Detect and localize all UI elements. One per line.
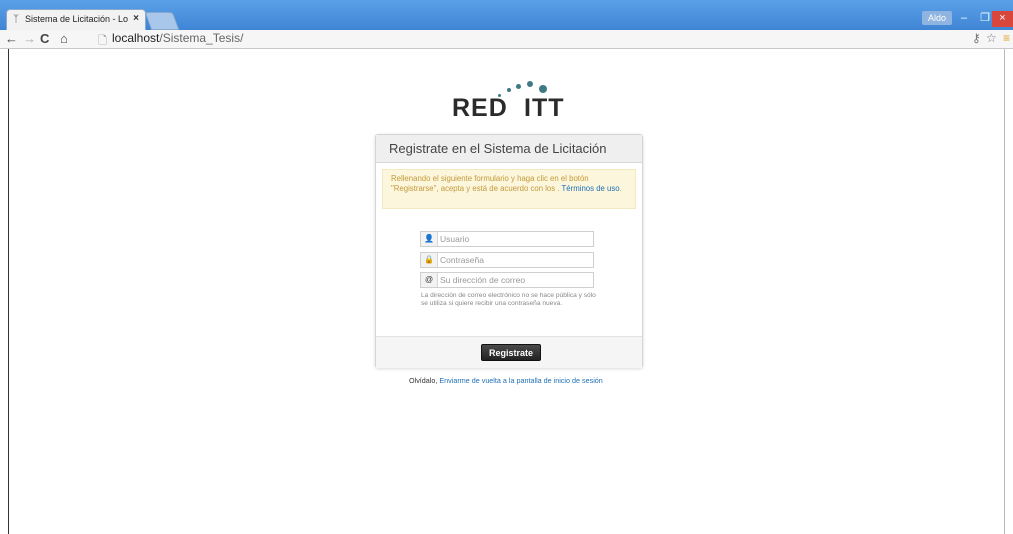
tab-close-icon[interactable]: × bbox=[133, 13, 139, 24]
reload-icon[interactable]: C bbox=[40, 31, 49, 47]
logo-dot bbox=[507, 88, 511, 92]
lock-icon: 🔒 bbox=[421, 253, 438, 267]
logo-text-right: ITT bbox=[524, 94, 565, 122]
logo-dot bbox=[516, 84, 521, 89]
minimize-icon[interactable]: – bbox=[953, 11, 975, 27]
key-icon[interactable]: ⚷ bbox=[972, 31, 981, 45]
terms-alert: Rellenando el siguiente formulario y hag… bbox=[382, 169, 636, 209]
logo: RED ITT bbox=[452, 80, 572, 124]
logo-dot bbox=[527, 81, 533, 87]
logo-text-left: RED bbox=[452, 94, 508, 122]
browser-toolbar: ← → C ⌂ 🗋 localhost/Sistema_Tesis/ ⚷ ☆ ≡ bbox=[0, 30, 1013, 49]
panel-title: Registrate en el Sistema de Licitación bbox=[389, 141, 607, 156]
url-path: /Sistema_Tesis/ bbox=[159, 31, 244, 45]
url-text[interactable]: localhost/Sistema_Tesis/ bbox=[112, 31, 243, 46]
panel-footer: Registrate bbox=[376, 336, 642, 368]
address-bar[interactable]: 🗋 localhost/Sistema_Tesis/ bbox=[76, 31, 976, 47]
tab-title: Sistema de Licitación - Lo bbox=[25, 14, 129, 24]
username-input[interactable] bbox=[440, 232, 590, 246]
logo-dot bbox=[539, 85, 547, 93]
scrollbar-track[interactable] bbox=[1004, 49, 1005, 534]
favicon-icon: ᛉ bbox=[13, 14, 19, 25]
close-window-icon[interactable]: × bbox=[992, 11, 1013, 27]
url-host: localhost bbox=[112, 31, 160, 45]
email-input[interactable] bbox=[440, 273, 590, 287]
window-titlebar: ᛉ Sistema de Licitación - Lo × Aldo – ❐ … bbox=[0, 0, 1013, 30]
new-tab-button[interactable] bbox=[144, 12, 180, 30]
email-help-text: La dirección de correo electrónico no se… bbox=[421, 292, 596, 307]
home-icon[interactable]: ⌂ bbox=[60, 31, 68, 47]
terms-link[interactable]: Términos de uso bbox=[562, 184, 620, 193]
username-field: 👤 bbox=[420, 231, 594, 247]
user-badge[interactable]: Aldo bbox=[922, 11, 953, 25]
back-icon[interactable]: ← bbox=[5, 31, 18, 47]
back-prefix: Olvídalo, bbox=[409, 376, 440, 385]
password-field: 🔒 bbox=[420, 252, 594, 268]
register-button[interactable]: Registrate bbox=[481, 344, 542, 361]
user-icon: 👤 bbox=[421, 232, 438, 246]
email-field: @ bbox=[420, 272, 594, 288]
menu-icon[interactable]: ≡ bbox=[1003, 31, 1010, 45]
page-icon: 🗋 bbox=[98, 35, 107, 47]
password-input[interactable] bbox=[440, 253, 590, 267]
alert-end: . bbox=[619, 184, 622, 193]
back-to-login: Olvídalo, Enviarme de vuelta a la pantal… bbox=[409, 376, 603, 385]
alert-text: Rellenando el siguiente formulario y hag… bbox=[391, 174, 589, 193]
at-icon: @ bbox=[421, 273, 438, 287]
bookmark-star-icon[interactable]: ☆ bbox=[986, 31, 997, 45]
forward-icon[interactable]: → bbox=[23, 31, 36, 47]
registration-panel: Registrate en el Sistema de Licitación R… bbox=[375, 134, 643, 368]
browser-tab[interactable]: ᛉ Sistema de Licitación - Lo × bbox=[6, 9, 146, 30]
panel-header: Registrate en el Sistema de Licitación bbox=[376, 135, 642, 163]
frame-border-left bbox=[8, 49, 9, 534]
back-to-login-link[interactable]: Enviarme de vuelta a la pantalla de inic… bbox=[439, 376, 602, 385]
